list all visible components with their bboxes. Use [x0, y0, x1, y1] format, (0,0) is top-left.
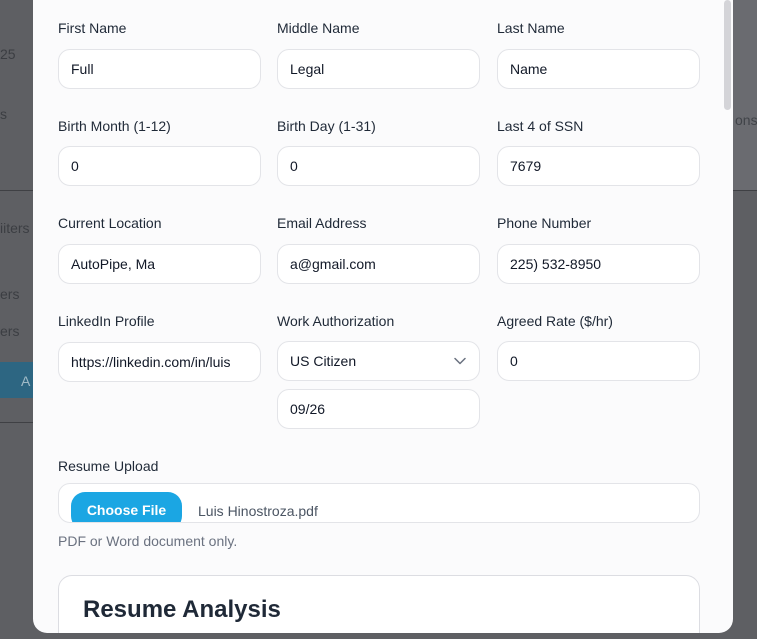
resume-file-input[interactable]: Choose File Luis Hinostroza.pdf: [58, 483, 700, 523]
linkedin-label: LinkedIn Profile: [58, 313, 155, 329]
choose-file-button[interactable]: Choose File: [71, 492, 182, 522]
rate-label: Agreed Rate ($/hr): [497, 313, 613, 329]
resume-analysis-title: Resume Analysis: [83, 596, 281, 623]
background-text: A: [21, 373, 31, 389]
background-panel: [733, 0, 757, 190]
birth-month-label: Birth Month (1-12): [58, 118, 171, 134]
background-text: 25: [0, 46, 16, 62]
background-text: ers: [0, 323, 20, 339]
work-auth-selected: US Citizen: [290, 353, 357, 369]
email-label: Email Address: [277, 215, 367, 231]
middle-name-input[interactable]: Legal: [277, 49, 480, 89]
work-auth-expiry-input[interactable]: 09/26: [277, 389, 480, 429]
resume-hint: PDF or Word document only.: [58, 533, 238, 549]
selected-file-name: Luis Hinostroza.pdf: [198, 503, 318, 519]
last-name-input[interactable]: Name: [497, 49, 700, 89]
background-divider: [733, 190, 757, 191]
email-input[interactable]: a@gmail.com: [277, 244, 480, 284]
chevron-down-icon: [453, 354, 467, 368]
background-divider: [0, 190, 33, 191]
phone-input[interactable]: 225) 532-8950: [497, 244, 700, 284]
linkedin-input[interactable]: https://linkedin.com/in/luis: [58, 342, 261, 382]
ssn-input[interactable]: 7679: [497, 146, 700, 186]
work-auth-select[interactable]: US Citizen: [277, 341, 480, 381]
background-text: iiters: [0, 220, 30, 236]
first-name-label: First Name: [58, 20, 127, 36]
work-auth-label: Work Authorization: [277, 313, 395, 329]
background-divider: [0, 422, 33, 423]
last-name-label: Last Name: [497, 20, 565, 36]
phone-label: Phone Number: [497, 215, 592, 231]
location-input[interactable]: AutoPipe, Ma: [58, 244, 261, 284]
birth-day-label: Birth Day (1-31): [277, 118, 376, 134]
resume-upload-label: Resume Upload: [58, 458, 159, 474]
candidate-modal: First Name Full Middle Name Legal Last N…: [33, 0, 733, 633]
rate-input[interactable]: 0: [497, 341, 700, 381]
first-name-input[interactable]: Full: [58, 49, 261, 89]
resume-analysis-card: Resume Analysis: [58, 575, 700, 633]
birth-day-input[interactable]: 0: [277, 146, 480, 186]
background-text: ons: [735, 112, 757, 128]
birth-month-input[interactable]: 0: [58, 146, 261, 186]
background-text: s: [0, 106, 7, 122]
location-label: Current Location: [58, 215, 162, 231]
modal-scrollbar[interactable]: [724, 0, 731, 110]
middle-name-label: Middle Name: [277, 20, 360, 36]
background-text: ers: [0, 286, 20, 302]
ssn-label: Last 4 of SSN: [497, 118, 584, 134]
